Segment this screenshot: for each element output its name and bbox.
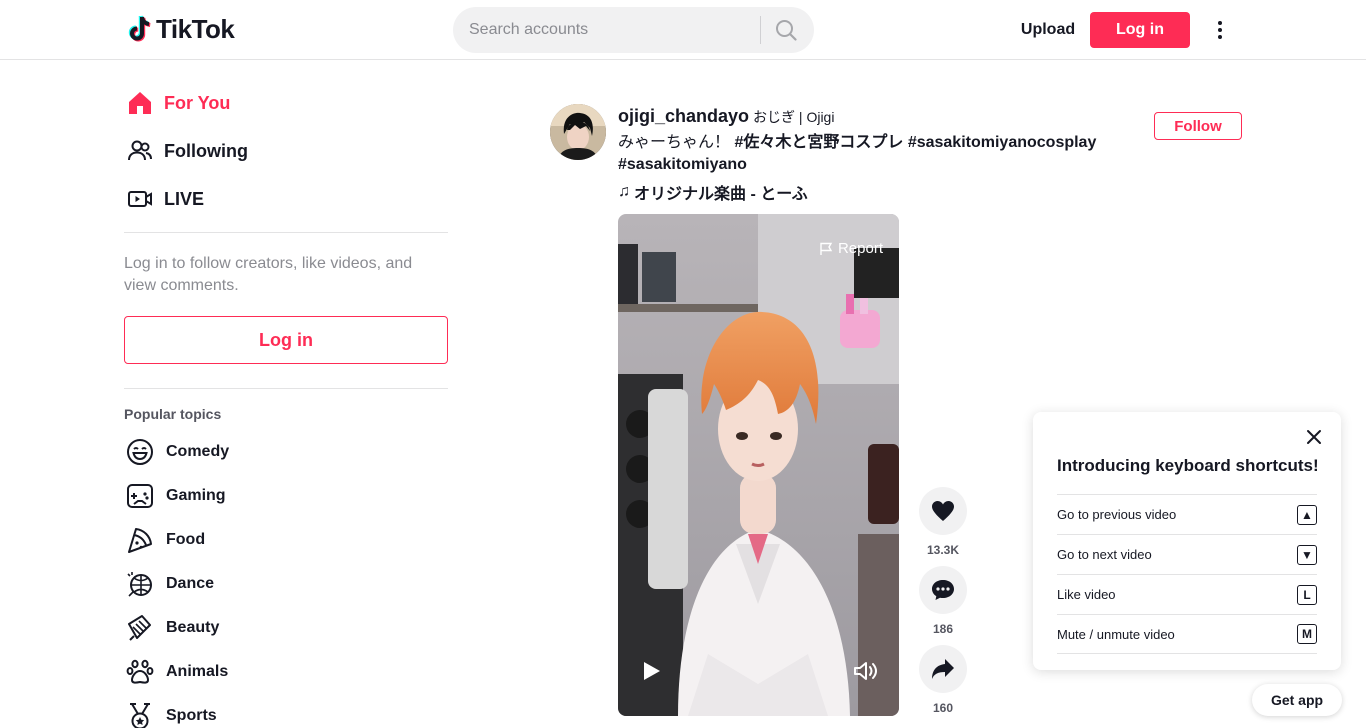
shortcut-row: Mute / unmute video M (1057, 614, 1317, 654)
share-button[interactable] (919, 645, 967, 693)
sidebar-divider (124, 388, 448, 389)
tiktok-logo-icon (128, 15, 151, 41)
popular-topics-title: Popular topics (124, 406, 222, 422)
animals-icon (124, 656, 156, 688)
comment-button[interactable] (919, 566, 967, 614)
shortcuts-title: Introducing keyboard shortcuts! (1057, 456, 1319, 475)
sidebar: For You Following LIVE Log in to follow … (124, 61, 448, 728)
caption-text: みゃーちゃん！ (618, 134, 735, 151)
topic-dance[interactable]: Dance (124, 564, 324, 604)
following-icon (124, 135, 156, 167)
play-icon[interactable] (642, 660, 662, 682)
search-icon (776, 20, 797, 41)
more-vertical-icon (1218, 21, 1222, 39)
hashtag-link[interactable]: #佐々木と宮野コスプレ (734, 134, 903, 151)
comedy-icon (124, 436, 156, 468)
login-prompt-text: Log in to follow creators, like videos, … (124, 255, 413, 294)
top-bar: TikTok Upload Log in (0, 0, 1366, 60)
shortcut-row: Like video L (1057, 574, 1317, 614)
topic-label: Dance (166, 575, 215, 592)
shortcut-label: Go to previous video (1057, 507, 1177, 522)
topic-sports[interactable]: Sports (124, 696, 324, 728)
sidebar-divider (124, 232, 448, 233)
comment-count: 186 (932, 622, 954, 636)
topic-food[interactable]: Food (124, 520, 324, 560)
home-icon (124, 87, 156, 119)
topic-label: Animals (166, 663, 229, 680)
topic-label: Gaming (166, 487, 226, 504)
beauty-icon (124, 612, 156, 644)
music-link[interactable]: ♫ オリジナル楽曲 - とーふ (618, 180, 808, 204)
flag-icon (820, 242, 833, 255)
topic-gaming[interactable]: Gaming (124, 476, 324, 516)
search-button[interactable] (771, 16, 801, 44)
shortcut-label: Mute / unmute video (1057, 626, 1175, 642)
upload-button[interactable]: Upload (1012, 12, 1084, 48)
nav-following[interactable]: Following (124, 127, 448, 175)
report-button[interactable]: Report (819, 240, 883, 257)
sidebar-login-button[interactable]: Log in (124, 316, 448, 364)
get-app-button[interactable]: Get app (1252, 684, 1342, 716)
login-button[interactable]: Log in (1090, 12, 1190, 48)
search-divider (760, 16, 761, 44)
music-note-icon: ♫ (618, 183, 630, 200)
post-caption: みゃーちゃん！ #佐々木と宮野コスプレ #sasakitomiyanocospl… (618, 132, 1118, 176)
author-info: ojigi_chandayo おじぎ | Ojigi (618, 106, 834, 128)
shortcut-label: Go to next video (1057, 547, 1152, 562)
nav-label: For You (164, 92, 231, 113)
music-title: オリジナル楽曲 - とーふ (634, 186, 808, 203)
live-icon (124, 183, 156, 215)
arrow-down-key-icon: ▼ (1297, 544, 1317, 565)
like-count: 13.3K (926, 543, 960, 557)
heart-icon (932, 501, 954, 521)
share-count: 160 (932, 701, 954, 715)
l-key-icon: L (1297, 584, 1317, 605)
avatar-image (550, 104, 606, 160)
tiktok-logo[interactable]: TikTok (127, 14, 235, 45)
m-key-icon: M (1297, 624, 1317, 644)
nav-for-you[interactable]: For You (124, 79, 448, 127)
nav-label: LIVE (164, 188, 205, 209)
shortcut-row: Go to previous video ▲ (1057, 494, 1317, 534)
food-icon (124, 524, 156, 556)
close-icon[interactable] (1305, 428, 1323, 446)
author-username[interactable]: ojigi_chandayo (618, 106, 749, 127)
shortcut-label: Like video (1057, 587, 1116, 602)
comment-icon (932, 580, 954, 600)
topic-label: Food (166, 531, 206, 548)
topic-label: Beauty (166, 619, 220, 636)
topic-comedy[interactable]: Comedy (124, 432, 324, 472)
hashtag-link[interactable]: #sasakitomiyano (618, 156, 747, 173)
hashtag-link[interactable]: #sasakitomiyanocosplay (908, 134, 1097, 151)
topic-label: Comedy (166, 443, 230, 460)
shortcut-row: Go to next video ▼ (1057, 534, 1317, 574)
volume-icon[interactable] (853, 660, 879, 682)
report-label: Report (837, 240, 883, 257)
arrow-up-key-icon: ▲ (1297, 504, 1317, 525)
like-button[interactable] (919, 487, 967, 535)
video-player[interactable]: Report (618, 214, 899, 716)
topic-beauty[interactable]: Beauty (124, 608, 324, 648)
search-bar (453, 7, 814, 53)
dance-icon (124, 568, 156, 600)
logo-text: TikTok (156, 14, 235, 44)
topic-animals[interactable]: Animals (124, 652, 324, 692)
author-avatar[interactable] (550, 104, 606, 160)
video-frame (618, 214, 899, 716)
follow-button[interactable]: Follow (1154, 112, 1242, 140)
keyboard-shortcuts-popup: Introducing keyboard shortcuts! Go to pr… (1033, 412, 1341, 670)
author-nickname: おじぎ | Ojigi (753, 109, 835, 125)
gaming-icon (124, 480, 156, 512)
more-options-button[interactable] (1208, 14, 1232, 46)
sports-icon (124, 700, 156, 728)
nav-live[interactable]: LIVE (124, 175, 448, 223)
nav-label: Following (164, 140, 248, 161)
topic-label: Sports (166, 707, 217, 724)
share-icon (932, 659, 954, 679)
search-input[interactable] (469, 7, 749, 53)
